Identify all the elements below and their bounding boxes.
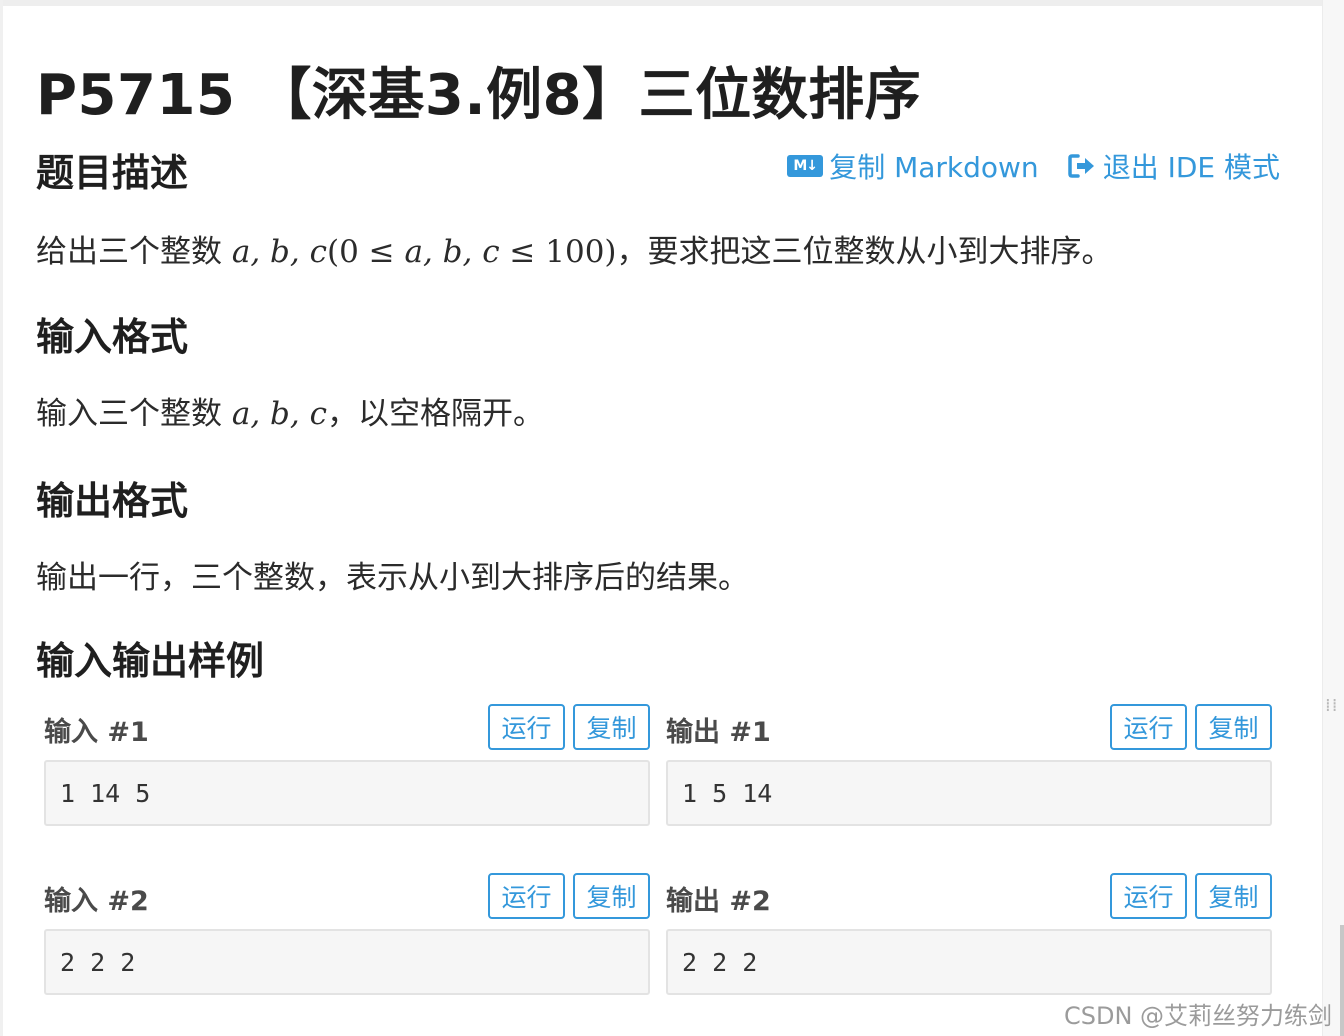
markdown-icon: M↓ — [787, 155, 824, 177]
copy-button[interactable]: 复制 — [573, 873, 650, 919]
description-heading: 题目描述 — [36, 151, 189, 195]
top-bar — [0, 0, 1344, 6]
page-title: P5715 【深基3.例8】三位数排序 — [36, 63, 922, 128]
copy-button[interactable]: 复制 — [1195, 704, 1272, 750]
description-text: 给出三个整数 a, b, c(0 ≤ a, b, c ≤ 100)，要求把这三位… — [36, 234, 1113, 270]
sample-output-box[interactable]: 2 2 2 — [666, 929, 1272, 995]
sample-input-box[interactable]: 1 14 5 — [44, 760, 650, 826]
output-format-heading: 输出格式 — [36, 479, 189, 523]
sign-out-icon — [1067, 153, 1097, 179]
output-format-text: 输出一行，三个整数，表示从小到大排序后的结果。 — [36, 560, 749, 596]
sample-output-label: 输出 #1 — [666, 717, 771, 748]
right-gutter — [1322, 0, 1344, 1036]
exit-ide-link[interactable]: 退出 IDE 模式 — [1067, 146, 1280, 186]
sample-input-label: 输入 #2 — [44, 886, 149, 917]
samples-heading: 输入输出样例 — [36, 639, 265, 683]
exit-ide-label: 退出 IDE 模式 — [1102, 151, 1280, 184]
left-edge — [0, 0, 3, 1036]
sample-input-label: 输入 #1 — [44, 717, 149, 748]
run-button[interactable]: 运行 — [1110, 873, 1187, 919]
toolbar: M↓ 复制 Markdown 退出 IDE 模式 — [787, 146, 1280, 186]
sample-output-label: 输出 #2 — [666, 886, 771, 917]
run-button[interactable]: 运行 — [1110, 704, 1187, 750]
input-format-heading: 输入格式 — [36, 315, 189, 359]
copy-markdown-label: 复制 Markdown — [829, 151, 1039, 184]
run-button[interactable]: 运行 — [488, 873, 565, 919]
drag-handle-icon[interactable]: ⁞⁞ — [1325, 697, 1339, 728]
run-button[interactable]: 运行 — [488, 704, 565, 750]
csdn-watermark: CSDN @艾莉丝努力练剑 — [1064, 1002, 1333, 1030]
scrollbar-thumb[interactable] — [1340, 925, 1344, 1036]
sample-input-box[interactable]: 2 2 2 — [44, 929, 650, 995]
input-format-text: 输入三个整数 a, b, c，以空格隔开。 — [36, 396, 544, 432]
sample-output-box[interactable]: 1 5 14 — [666, 760, 1272, 826]
copy-button[interactable]: 复制 — [573, 704, 650, 750]
copy-button[interactable]: 复制 — [1195, 873, 1272, 919]
copy-markdown-link[interactable]: M↓ 复制 Markdown — [787, 146, 1039, 186]
